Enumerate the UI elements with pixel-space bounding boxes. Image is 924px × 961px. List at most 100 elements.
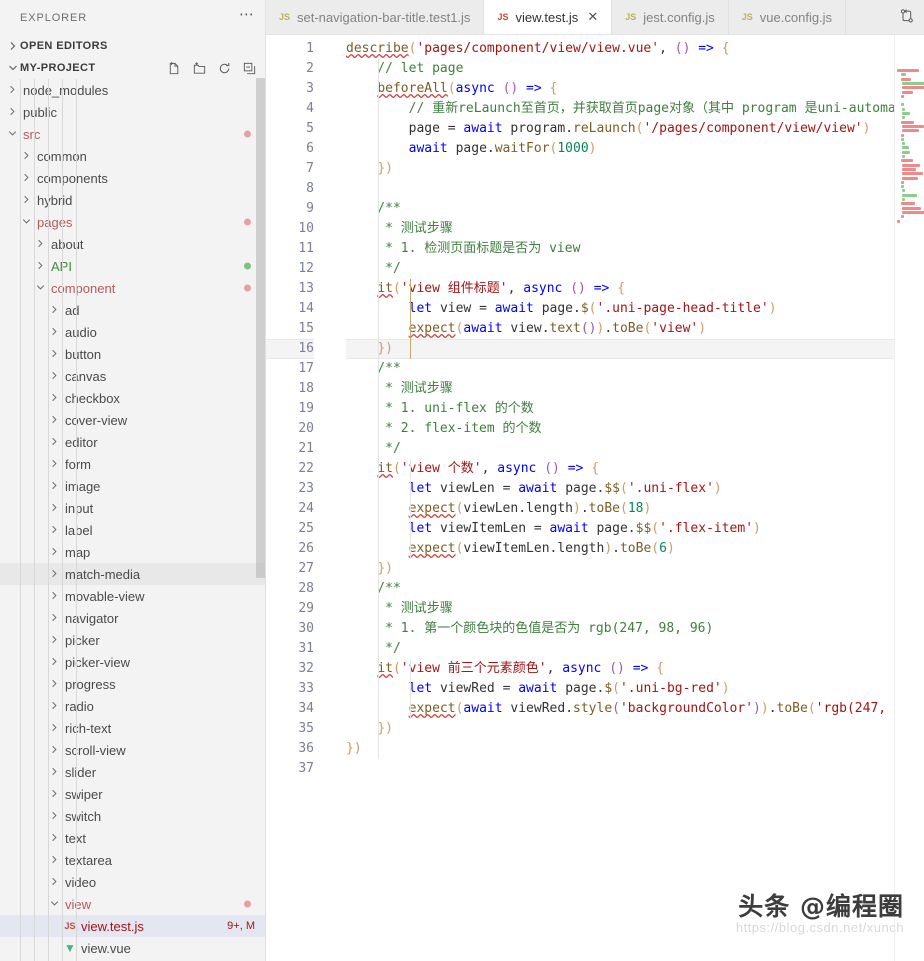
chevron-right-icon[interactable] — [48, 611, 62, 625]
code-line[interactable]: }) — [346, 559, 894, 579]
tree-folder-swiper[interactable]: swiper — [0, 783, 265, 805]
refresh-icon[interactable] — [217, 61, 232, 76]
code-line[interactable]: it('view 组件标题', async () => { — [346, 279, 894, 299]
tree-folder-cover-view[interactable]: cover-view — [0, 409, 265, 431]
chevron-down-icon[interactable] — [6, 127, 20, 141]
tree-folder-pages[interactable]: pages — [0, 211, 265, 233]
chevron-right-icon[interactable] — [34, 259, 48, 273]
tree-folder-component[interactable]: component — [0, 277, 265, 299]
chevron-right-icon[interactable] — [48, 391, 62, 405]
tree-folder-video[interactable]: video — [0, 871, 265, 893]
editor-tab-view.test.js[interactable]: JSview.test.js✕ — [484, 0, 612, 34]
code-line[interactable]: }) — [346, 339, 894, 359]
tree-folder-about[interactable]: about — [0, 233, 265, 255]
file-tree[interactable]: node_modulespublicsrccommoncomponentshyb… — [0, 79, 265, 961]
code-line[interactable]: expect(viewLen.length).toBe(18) — [346, 499, 894, 519]
explorer-more-actions-icon[interactable]: ⋯ — [239, 10, 255, 26]
code-line[interactable]: let viewItemLen = await page.$$('.flex-i… — [346, 519, 894, 539]
tree-file-view.vue[interactable]: ▼view.vue — [0, 937, 265, 959]
code-editor[interactable]: 1234567891011121314151617181920212223242… — [266, 35, 924, 961]
collapse-all-icon[interactable] — [242, 61, 257, 76]
tree-folder-common[interactable]: common — [0, 145, 265, 167]
code-line[interactable]: * 1. uni-flex 的个数 — [346, 399, 894, 419]
code-line[interactable]: */ — [346, 639, 894, 659]
new-folder-icon[interactable] — [192, 61, 207, 76]
sidebar-scrollbar[interactable] — [256, 78, 265, 578]
chevron-right-icon[interactable] — [20, 171, 34, 185]
tree-folder-audio[interactable]: audio — [0, 321, 265, 343]
chevron-down-icon[interactable] — [48, 897, 62, 911]
tree-folder-progress[interactable]: progress — [0, 673, 265, 695]
tree-folder-form[interactable]: form — [0, 453, 265, 475]
tree-folder-src[interactable]: src — [0, 123, 265, 145]
chevron-right-icon[interactable] — [48, 347, 62, 361]
chevron-right-icon[interactable] — [48, 809, 62, 823]
code-line[interactable]: * 1. 第一个颜色块的色值是否为 rgb(247, 98, 96) — [346, 619, 894, 639]
code-line[interactable] — [346, 759, 894, 779]
code-line[interactable]: it('view 前三个元素颜色', async () => { — [346, 659, 894, 679]
chevron-right-icon[interactable] — [48, 325, 62, 339]
chevron-right-icon[interactable] — [6, 105, 20, 119]
chevron-down-icon[interactable] — [20, 215, 34, 229]
chevron-right-icon[interactable] — [48, 743, 62, 757]
code-line[interactable]: describe('pages/component/view/view.vue'… — [346, 39, 894, 59]
chevron-right-icon[interactable] — [6, 83, 20, 97]
section-project[interactable]: MY-PROJECT — [0, 57, 265, 79]
code-line[interactable]: // let page — [346, 59, 894, 79]
chevron-right-icon[interactable] — [48, 567, 62, 581]
tree-folder-map[interactable]: map — [0, 541, 265, 563]
chevron-right-icon[interactable] — [48, 501, 62, 515]
code-line[interactable]: * 1. 检测页面标题是否为 view — [346, 239, 894, 259]
code-line[interactable]: let viewRed = await page.$('.uni-bg-red'… — [346, 679, 894, 699]
tree-folder-node_modules[interactable]: node_modules — [0, 79, 265, 101]
tree-folder-switch[interactable]: switch — [0, 805, 265, 827]
chevron-right-icon[interactable] — [48, 875, 62, 889]
chevron-right-icon[interactable] — [48, 435, 62, 449]
code-line[interactable]: let viewLen = await page.$$('.uni-flex') — [346, 479, 894, 499]
tree-folder-image[interactable]: image — [0, 475, 265, 497]
code-line[interactable]: await page.waitFor(1000) — [346, 139, 894, 159]
tree-file-view.test.js[interactable]: JSview.test.js9+, M — [0, 915, 265, 937]
chevron-right-icon[interactable] — [20, 193, 34, 207]
chevron-right-icon[interactable] — [48, 457, 62, 471]
tree-folder-textarea[interactable]: textarea — [0, 849, 265, 871]
chevron-right-icon[interactable] — [48, 523, 62, 537]
tree-folder-editor[interactable]: editor — [0, 431, 265, 453]
code-line[interactable]: // 重新reLaunch至首页，并获取首页page对象（其中 program … — [346, 99, 894, 119]
code-line[interactable]: }) — [346, 719, 894, 739]
editor-tab-jest.config.js[interactable]: JSjest.config.js — [612, 0, 729, 34]
tree-folder-slider[interactable]: slider — [0, 761, 265, 783]
tree-folder-public[interactable]: public — [0, 101, 265, 123]
tree-folder-radio[interactable]: radio — [0, 695, 265, 717]
chevron-down-icon[interactable] — [34, 281, 48, 295]
code-line[interactable]: page = await program.reLaunch('/pages/co… — [346, 119, 894, 139]
code-line[interactable]: expect(viewItemLen.length).toBe(6) — [346, 539, 894, 559]
chevron-right-icon[interactable] — [48, 545, 62, 559]
chevron-right-icon[interactable] — [48, 853, 62, 867]
code-line[interactable]: it('view 个数', async () => { — [346, 459, 894, 479]
split-compare-icon[interactable] — [899, 8, 915, 27]
tree-folder-match-media[interactable]: match-media — [0, 563, 265, 585]
tree-folder-hybrid[interactable]: hybrid — [0, 189, 265, 211]
chevron-right-icon[interactable] — [48, 413, 62, 427]
code-line[interactable]: expect(await view.text()).toBe('view') — [346, 319, 894, 339]
code-line[interactable]: /** — [346, 359, 894, 379]
tree-folder-text[interactable]: text — [0, 827, 265, 849]
code-line[interactable]: * 测试步骤 — [346, 379, 894, 399]
chevron-right-icon[interactable] — [48, 479, 62, 493]
code-line[interactable]: */ — [346, 259, 894, 279]
close-icon[interactable]: ✕ — [587, 9, 598, 25]
chevron-right-icon[interactable] — [48, 369, 62, 383]
tree-folder-ad[interactable]: ad — [0, 299, 265, 321]
minimap[interactable] — [894, 35, 924, 961]
code-line[interactable]: /** — [346, 579, 894, 599]
code-line[interactable]: }) — [346, 739, 894, 759]
tree-folder-rich-text[interactable]: rich-text — [0, 717, 265, 739]
editor-tab-set-navigation-bar-title.test1.js[interactable]: JSset-navigation-bar-title.test1.js — [266, 0, 484, 34]
tree-folder-movable-view[interactable]: movable-view — [0, 585, 265, 607]
code-line[interactable]: */ — [346, 439, 894, 459]
chevron-right-icon[interactable] — [48, 633, 62, 647]
chevron-right-icon[interactable] — [48, 765, 62, 779]
code-line[interactable]: beforeAll(async () => { — [346, 79, 894, 99]
chevron-right-icon[interactable] — [48, 831, 62, 845]
